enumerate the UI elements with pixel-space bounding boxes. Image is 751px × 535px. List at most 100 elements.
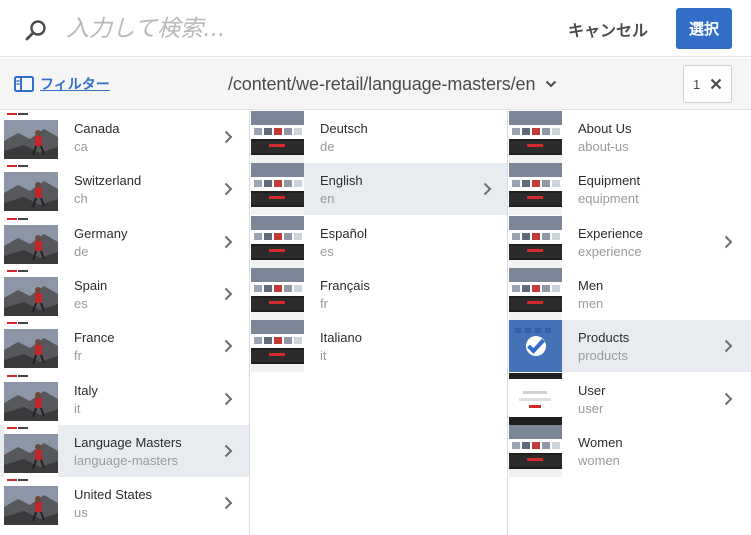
page-thumbnail[interactable] [509,320,562,373]
item-title: Español [320,225,367,241]
item-title: Germany [74,225,128,241]
checkmark-icon [526,338,545,355]
item-name: products [578,348,628,364]
chevron-right-icon [224,339,233,353]
column-item-en[interactable]: English en [251,163,507,216]
item-name: es [74,295,88,311]
column-item-women[interactable]: Women women [509,424,751,477]
page-thumbnail[interactable] [509,372,562,425]
column-item-es[interactable]: Spain es [0,267,249,320]
column-item-ch[interactable]: Switzerland ch [0,163,249,216]
column-pages: About Us about-us Equipment equipment Experi… [509,111,751,535]
column-item-men[interactable]: Men men [509,267,751,320]
path-dropdown[interactable]: /content/we-retail/language-masters/en [228,73,557,95]
chevron-right-icon [224,392,233,405]
item-title: Women [578,434,623,450]
page-thumbnail[interactable] [509,424,562,477]
item-title: France [74,330,115,346]
item-title: Language Masters [74,434,182,450]
item-title: Equipment [578,173,641,189]
page-thumbnail[interactable] [4,163,58,216]
page-thumbnail[interactable] [4,320,58,373]
item-name: de [74,243,89,259]
page-thumbnail[interactable] [4,267,58,320]
chevron-right-icon [224,183,233,196]
item-name: us [74,505,88,521]
page-thumbnail[interactable] [4,424,58,477]
item-title: Spain [74,277,108,293]
column-item-language-masters[interactable]: Language Masters language-masters [0,424,249,477]
column-item-es[interactable]: Español es [251,215,507,268]
item-name: about-us [578,139,629,154]
column-item-fr[interactable]: Français fr [251,267,507,320]
page-thumbnail[interactable] [4,477,58,530]
page-thumbnail[interactable] [4,215,58,268]
filter-toggle[interactable]: フィルター [14,73,110,95]
column-item-us[interactable]: United States us [0,477,249,530]
page-thumbnail[interactable] [509,163,562,216]
page-thumbnail[interactable] [4,372,58,425]
item-title: Canada [74,121,120,136]
column-item-it[interactable]: Italiano it [251,320,507,373]
page-thumbnail[interactable] [4,111,58,163]
selection-overlay [509,320,562,373]
item-name: en [320,191,335,207]
column-item-user[interactable]: User user [509,372,751,425]
item-title: About Us [578,121,632,136]
item-title: Switzerland [74,173,142,189]
column-item-experience[interactable]: Experience experience [509,215,751,268]
page-thumbnail[interactable] [509,215,562,268]
column-item-it[interactable]: Italy it [0,372,249,425]
item-title: Italiano [320,330,362,346]
chevron-right-icon [224,130,233,144]
column-item-products[interactable]: Products products [509,320,751,373]
chevron-right-icon [224,496,233,510]
column-languages: Deutsch de English en Español es Français fr Ita… [251,111,508,535]
column-item-about-us[interactable]: About Us about-us [509,111,751,163]
item-title: United States [74,487,153,503]
search-icon [25,20,46,41]
current-path: /content/we-retail/language-masters/en [228,73,536,94]
page-thumbnail[interactable] [251,111,304,163]
chevron-right-icon [724,339,733,353]
item-name: fr [74,348,82,364]
item-name: ch [74,191,88,207]
page-thumbnail[interactable] [251,320,304,373]
page-thumbnail[interactable] [251,267,304,320]
chevron-right-icon [724,235,733,248]
browse-toolbar: フィルター /content/we-retail/language-master… [0,58,751,110]
item-title: Deutsch [320,121,368,136]
item-name: it [74,400,81,416]
page-thumbnail[interactable] [251,215,304,268]
search-input[interactable] [66,12,536,46]
chevron-right-icon [224,287,233,301]
page-thumbnail[interactable] [251,163,304,216]
chevron-right-icon [483,183,492,196]
item-name: equipment [578,191,639,207]
column-item-de[interactable]: Germany de [0,215,249,268]
column-item-ca[interactable]: Canada ca [0,111,249,163]
item-title: Experience [578,225,644,241]
filter-label: フィルター [40,77,110,93]
chevron-right-icon [224,235,233,248]
column-countries: Canada ca Switzerland ch Germany de Spain es Fra… [0,111,250,535]
cancel-button[interactable]: キャンセル [558,12,658,46]
column-item-equipment[interactable]: Equipment equipment [509,163,751,216]
item-name: fr [320,295,328,311]
selection-count: 1 [693,76,701,92]
item-name: it [320,348,327,364]
search-bar: キャンセル 選択 [0,0,751,57]
item-name: experience [578,243,642,259]
chevron-right-icon [224,444,233,458]
page-thumbnail[interactable] [509,267,562,320]
select-button[interactable]: 選択 [676,8,732,49]
column-item-fr[interactable]: France fr [0,320,249,373]
item-title: Products [578,330,630,346]
item-name: language-masters [74,452,179,468]
item-name: women [578,452,620,468]
page-thumbnail[interactable] [509,111,562,163]
column-item-de[interactable]: Deutsch de [251,111,507,163]
close-icon[interactable] [710,78,722,90]
rail-panel-icon [14,76,34,92]
item-name: ca [74,139,88,154]
